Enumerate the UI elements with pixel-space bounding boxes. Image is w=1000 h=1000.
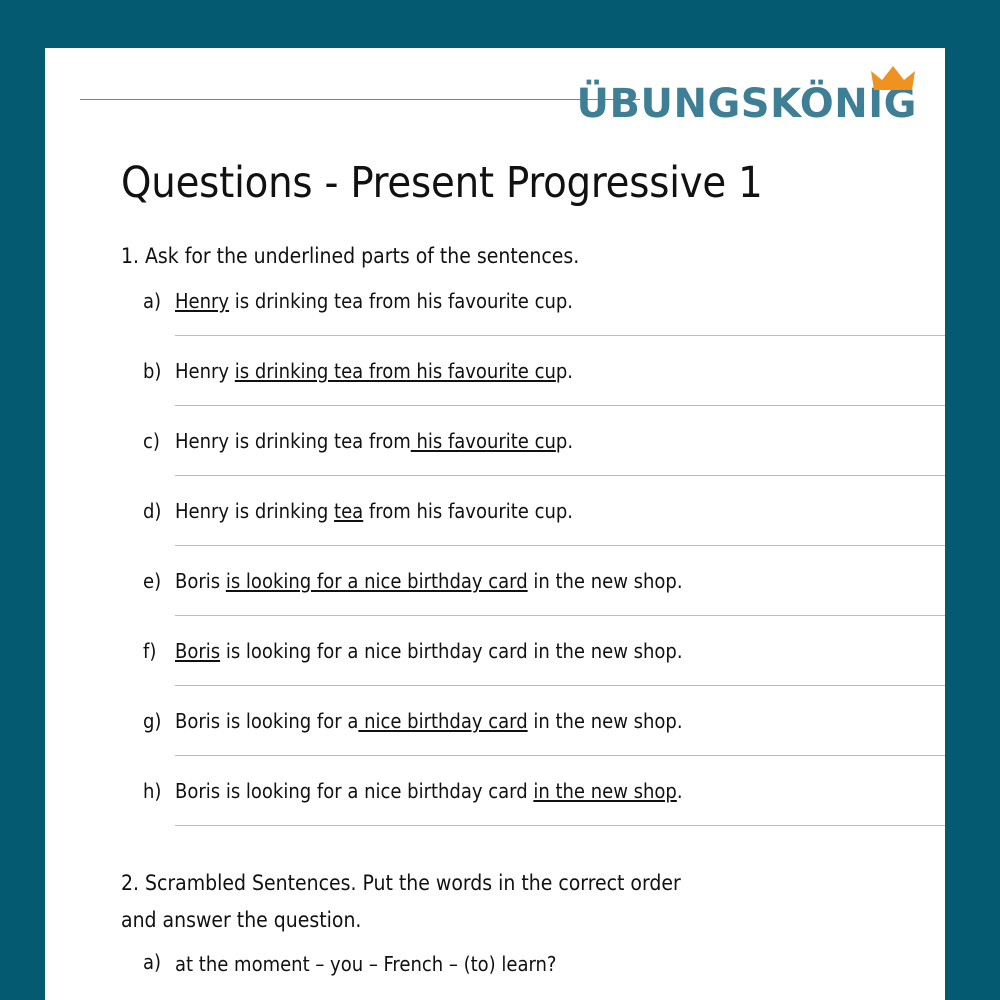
underlined-part: is drinking tea from his favourite cu (234, 358, 556, 383)
exercise-1: 1. Ask for the underlined parts of the s… (45, 238, 945, 835)
brand-wordmark: ÜBUNGSKÖNIG (576, 81, 917, 127)
header-divider (80, 99, 640, 100)
exercise-1-instruction: 1. Ask for the underlined parts of the s… (121, 244, 580, 268)
exercise-2-items: a) at the moment – you – French – (to) le… (45, 938, 945, 978)
answer-line[interactable] (175, 544, 945, 546)
exercise-2-instruction: 2. Scrambled Sentences. Put the words in… (121, 870, 681, 932)
item-sentence: Henry is drinking tea from his favourite… (175, 288, 574, 313)
exercise-1-items: a) Henry is drinking tea from his favouri… (45, 275, 945, 835)
item-sentence: at the moment – you – French – (to) lear… (175, 952, 557, 977)
item-label: g) (143, 708, 162, 733)
brand-logo: ÜBUNGSKÖNIG (577, 64, 917, 124)
underlined-part: his favourite cu (410, 428, 556, 453)
item-label: f) (143, 638, 157, 663)
item-sentence: Boris is looking for a nice birthday car… (175, 708, 683, 733)
list-item: a) at the moment – you – French – (to) le… (143, 938, 945, 978)
list-item: e) Boris is looking for a nice birthday c… (143, 555, 945, 625)
item-label: a) (143, 288, 162, 313)
list-item: d) Henry is drinking tea from his favouri… (143, 485, 945, 555)
item-sentence: Boris is looking for a nice birthday car… (175, 638, 683, 663)
item-label: b) (143, 358, 162, 383)
crown-icon (871, 66, 915, 90)
answer-line[interactable] (175, 404, 945, 406)
answer-line[interactable] (175, 474, 945, 476)
worksheet-page: ÜBUNGSKÖNIG Questions - Present Progress… (45, 48, 945, 1000)
item-label: e) (143, 568, 162, 593)
answer-line[interactable] (175, 334, 945, 336)
underlined-part: tea (334, 498, 364, 523)
answer-line[interactable] (175, 824, 945, 826)
answer-line[interactable] (175, 684, 945, 686)
underlined-part: nice birthday card (358, 708, 528, 733)
underlined-part: Boris (175, 638, 221, 663)
list-item: g) Boris is looking for a nice birthday c… (143, 695, 945, 765)
page-header: ÜBUNGSKÖNIG (45, 48, 945, 126)
list-item: f) Boris is looking for a nice birthday c… (143, 625, 945, 695)
exercise-2: 2. Scrambled Sentences. Put the words in… (45, 865, 945, 979)
answer-line[interactable] (175, 614, 945, 616)
item-sentence: Henry is drinking tea from his favourite… (175, 358, 574, 383)
item-label: a) (143, 950, 162, 975)
list-item: h) Boris is looking for a nice birthday c… (143, 765, 945, 835)
list-item: c) Henry is drinking tea from his favouri… (143, 415, 945, 485)
page-title: Questions - Present Progressive 1 (121, 158, 763, 208)
underlined-part: in the new shop (533, 778, 677, 803)
list-item: a) Henry is drinking tea from his favouri… (143, 275, 945, 345)
item-sentence: Boris is looking for a nice birthday car… (175, 568, 683, 593)
answer-line[interactable] (175, 754, 945, 756)
item-sentence: Boris is looking for a nice birthday car… (175, 778, 683, 803)
item-sentence: Henry is drinking tea from his favourite… (175, 498, 574, 523)
item-label: h) (143, 778, 162, 803)
underlined-part: is looking for a nice birthday card (225, 568, 528, 593)
item-sentence: Henry is drinking tea from his favourite… (175, 428, 574, 453)
item-label: d) (143, 498, 162, 523)
underlined-part: Henry (175, 288, 230, 313)
item-label: c) (143, 428, 160, 453)
list-item: b) Henry is drinking tea from his favouri… (143, 345, 945, 415)
